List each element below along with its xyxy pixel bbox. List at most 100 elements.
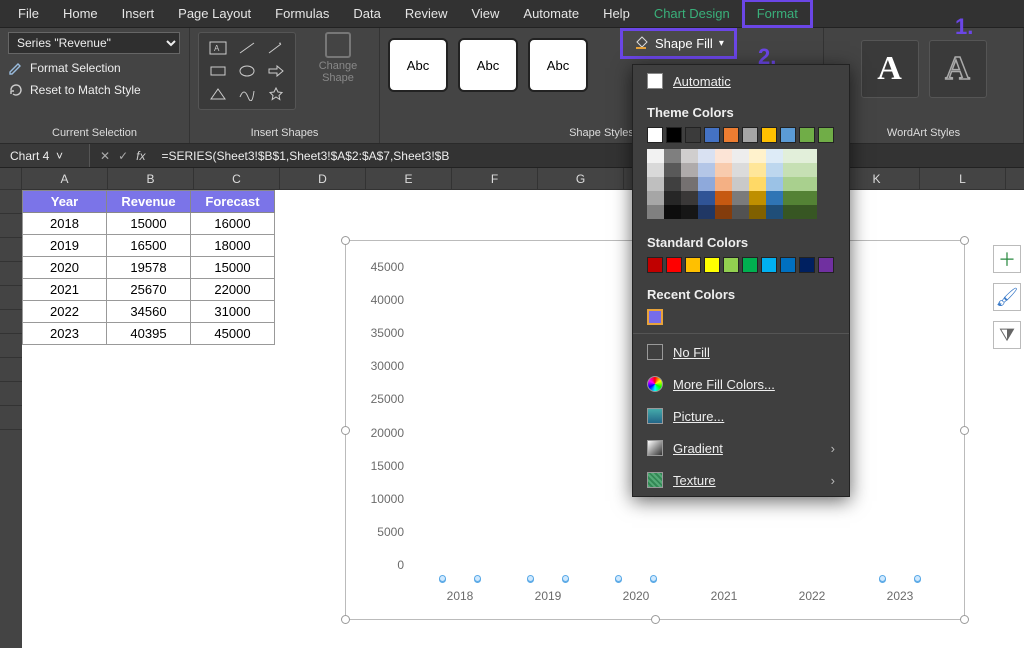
- menu-pagelayout[interactable]: Page Layout: [166, 2, 263, 25]
- fill-automatic[interactable]: Automatic: [633, 65, 849, 97]
- cell[interactable]: 2021: [23, 279, 107, 301]
- cell[interactable]: 40395: [107, 323, 191, 345]
- color-swatch[interactable]: [742, 257, 758, 273]
- color-swatch[interactable]: [704, 127, 720, 143]
- color-swatch[interactable]: [766, 191, 783, 205]
- col-header[interactable]: F: [452, 168, 538, 189]
- menu-review[interactable]: Review: [393, 2, 460, 25]
- color-swatch[interactable]: [698, 163, 715, 177]
- picture-fill-option[interactable]: Picture...: [633, 400, 849, 432]
- color-swatch[interactable]: [818, 257, 834, 273]
- color-swatch[interactable]: [647, 205, 664, 219]
- cell[interactable]: 34560: [107, 301, 191, 323]
- formula-input[interactable]: [155, 149, 1024, 163]
- cell[interactable]: 2023: [23, 323, 107, 345]
- color-swatch[interactable]: [800, 191, 817, 205]
- menu-help[interactable]: Help: [591, 2, 642, 25]
- table-header[interactable]: Year: [23, 191, 107, 213]
- color-swatch[interactable]: [749, 163, 766, 177]
- color-swatch[interactable]: [766, 177, 783, 191]
- chart-element-select[interactable]: Series "Revenue": [8, 32, 180, 54]
- gradient-fill-option[interactable]: Gradient›: [633, 432, 849, 464]
- color-swatch[interactable]: [664, 191, 681, 205]
- col-header[interactable]: L: [920, 168, 1006, 189]
- color-swatch[interactable]: [681, 205, 698, 219]
- table-header[interactable]: Revenue: [107, 191, 191, 213]
- menu-chart-design[interactable]: Chart Design: [642, 2, 742, 25]
- cell[interactable]: 31000: [191, 301, 275, 323]
- color-swatch[interactable]: [732, 149, 749, 163]
- color-swatch[interactable]: [664, 177, 681, 191]
- color-swatch[interactable]: [685, 257, 701, 273]
- cell[interactable]: 25670: [107, 279, 191, 301]
- color-swatch[interactable]: [681, 149, 698, 163]
- color-swatch[interactable]: [666, 127, 682, 143]
- menu-automate[interactable]: Automate: [511, 2, 591, 25]
- color-swatch[interactable]: [664, 205, 681, 219]
- color-swatch[interactable]: [742, 127, 758, 143]
- color-swatch[interactable]: [681, 177, 698, 191]
- color-swatch[interactable]: [766, 163, 783, 177]
- cell[interactable]: 16500: [107, 235, 191, 257]
- col-header[interactable]: A: [22, 168, 108, 189]
- shape-style-preset-1[interactable]: Abc: [388, 38, 448, 92]
- color-swatch[interactable]: [715, 163, 732, 177]
- cell[interactable]: 15000: [191, 257, 275, 279]
- table-header[interactable]: Forecast: [191, 191, 275, 213]
- color-swatch[interactable]: [715, 149, 732, 163]
- cell[interactable]: 2019: [23, 235, 107, 257]
- color-swatch[interactable]: [664, 149, 681, 163]
- color-swatch[interactable]: [647, 163, 664, 177]
- color-swatch[interactable]: [647, 177, 664, 191]
- color-swatch[interactable]: [647, 191, 664, 205]
- color-swatch[interactable]: [783, 177, 800, 191]
- menu-file[interactable]: File: [6, 2, 51, 25]
- col-header[interactable]: B: [108, 168, 194, 189]
- color-swatch[interactable]: [723, 257, 739, 273]
- color-swatch[interactable]: [800, 205, 817, 219]
- cell[interactable]: 19578: [107, 257, 191, 279]
- fx-icon[interactable]: fx: [136, 149, 145, 163]
- color-swatch[interactable]: [783, 163, 800, 177]
- chart-styles-button[interactable]: 🖌: [993, 283, 1021, 311]
- color-swatch[interactable]: [666, 257, 682, 273]
- menu-formulas[interactable]: Formulas: [263, 2, 341, 25]
- wordart-preset-2[interactable]: A: [929, 40, 987, 98]
- color-swatch[interactable]: [732, 177, 749, 191]
- color-swatch[interactable]: [749, 191, 766, 205]
- color-swatch[interactable]: [783, 191, 800, 205]
- color-swatch[interactable]: [681, 191, 698, 205]
- no-fill-option[interactable]: No Fill: [633, 336, 849, 368]
- resize-handle[interactable]: [960, 236, 969, 245]
- resize-handle[interactable]: [960, 615, 969, 624]
- cell[interactable]: 22000: [191, 279, 275, 301]
- col-header[interactable]: E: [366, 168, 452, 189]
- resize-handle[interactable]: [341, 236, 350, 245]
- resize-handle[interactable]: [341, 615, 350, 624]
- more-fill-colors-option[interactable]: More Fill Colors...: [633, 368, 849, 400]
- color-swatch[interactable]: [783, 205, 800, 219]
- color-swatch[interactable]: [715, 191, 732, 205]
- color-swatch[interactable]: [715, 177, 732, 191]
- color-swatch[interactable]: [647, 309, 663, 325]
- color-swatch[interactable]: [681, 163, 698, 177]
- color-swatch[interactable]: [783, 149, 800, 163]
- shape-style-preset-2[interactable]: Abc: [458, 38, 518, 92]
- color-swatch[interactable]: [780, 127, 796, 143]
- color-swatch[interactable]: [723, 127, 739, 143]
- cell[interactable]: 18000: [191, 235, 275, 257]
- color-swatch[interactable]: [799, 127, 815, 143]
- reset-match-style-button[interactable]: Reset to Match Style: [8, 82, 181, 98]
- color-swatch[interactable]: [818, 127, 834, 143]
- color-swatch[interactable]: [698, 149, 715, 163]
- resize-handle[interactable]: [960, 426, 969, 435]
- texture-fill-option[interactable]: Texture›: [633, 464, 849, 496]
- color-swatch[interactable]: [799, 257, 815, 273]
- shape-style-preset-3[interactable]: Abc: [528, 38, 588, 92]
- cell[interactable]: 2020: [23, 257, 107, 279]
- color-swatch[interactable]: [698, 205, 715, 219]
- color-swatch[interactable]: [732, 163, 749, 177]
- cell[interactable]: 16000: [191, 213, 275, 235]
- shape-gallery[interactable]: A: [198, 32, 296, 110]
- col-header[interactable]: D: [280, 168, 366, 189]
